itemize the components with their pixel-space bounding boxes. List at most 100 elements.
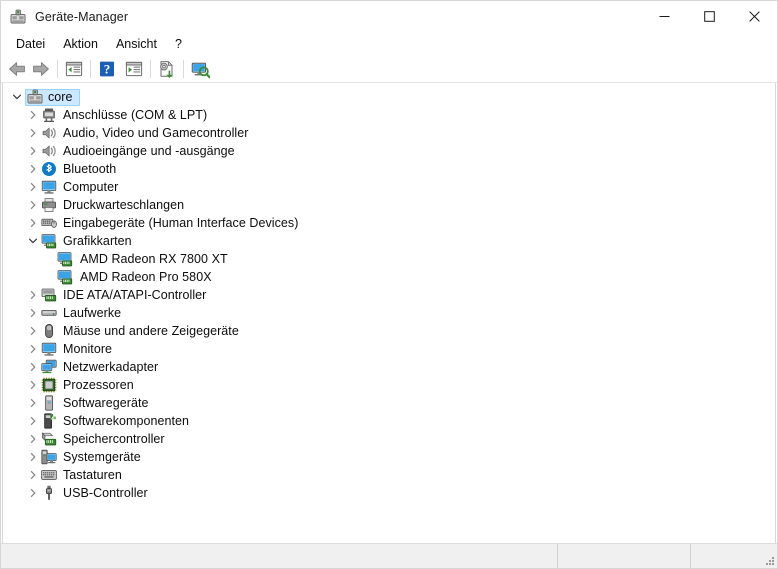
tree-item-label: Computer: [63, 180, 119, 194]
software-device-icon: [41, 395, 57, 411]
chevron-right-icon[interactable]: [25, 358, 41, 376]
chevron-right-icon[interactable]: [25, 322, 41, 340]
title-bar-left: Geräte-Manager: [1, 9, 128, 25]
status-bar-main-pane: [1, 544, 558, 568]
tree-row-computer[interactable]: Computer: [3, 178, 775, 196]
status-bar-middle-pane: [558, 544, 691, 568]
tree-item-label: Eingabegeräte (Human Interface Devices): [63, 216, 299, 230]
tree-row-systemgeraete[interactable]: Systemgeräte: [3, 448, 775, 466]
tree-item-label: AMD Radeon RX 7800 XT: [80, 252, 228, 266]
chevron-right-icon[interactable]: [25, 160, 41, 178]
tree-row-monitore[interactable]: Monitore: [3, 340, 775, 358]
tree-item-label: Systemgeräte: [63, 450, 141, 464]
chevron-right-icon[interactable]: [25, 286, 41, 304]
close-button[interactable]: [732, 1, 777, 32]
tree-row-laufwerke[interactable]: Laufwerke: [3, 304, 775, 322]
chevron-right-icon[interactable]: [25, 196, 41, 214]
toolbar: [1, 55, 777, 83]
chevron-right-icon[interactable]: [25, 214, 41, 232]
tree-item-label: Anschlüsse (COM & LPT): [63, 108, 208, 122]
chevron-right-icon[interactable]: [25, 376, 41, 394]
display-adapter-icon: [57, 251, 73, 267]
tree-item-label: Softwaregeräte: [63, 396, 149, 410]
menu-datei[interactable]: Datei: [7, 34, 54, 54]
tree-row-druckwarteschlangen[interactable]: Druckwarteschlangen: [3, 196, 775, 214]
tree-row-netzwerkadapter[interactable]: Netzwerkadapter: [3, 358, 775, 376]
chevron-right-icon[interactable]: [25, 304, 41, 322]
status-bar: [1, 543, 777, 568]
chevron-right-icon[interactable]: [25, 430, 41, 448]
usb-controller-icon: [41, 485, 57, 501]
tree-item-label: Tastaturen: [63, 468, 122, 482]
help-icon[interactable]: [95, 57, 119, 81]
chevron-right-icon[interactable]: [25, 106, 41, 124]
display-adapter-icon: [57, 269, 73, 285]
device-tree: core Anschlüsse (COM & LPT) Audio, Video…: [3, 83, 775, 502]
chevron-right-icon[interactable]: [25, 394, 41, 412]
back-arrow-icon[interactable]: [5, 57, 29, 81]
chevron-right-icon[interactable]: [25, 340, 41, 358]
chevron-right-icon[interactable]: [25, 178, 41, 196]
minimize-button[interactable]: [642, 1, 687, 32]
keyboard-icon: [41, 467, 57, 483]
tree-row-maeuse-zeigegeraete[interactable]: Mäuse und andere Zeigegeräte: [3, 322, 775, 340]
tree-row-usb-controller[interactable]: USB-Controller: [3, 484, 775, 502]
tree-row-amd-radeon-pro-580x[interactable]: AMD Radeon Pro 580X: [3, 268, 775, 286]
monitor-icon: [41, 179, 57, 195]
chevron-down-icon[interactable]: [9, 88, 25, 106]
tree-item-label: Laufwerke: [63, 306, 122, 320]
tree-row-prozessoren[interactable]: Prozessoren: [3, 376, 775, 394]
forward-arrow-icon[interactable]: [29, 57, 53, 81]
tree-item-label: Softwarekomponenten: [63, 414, 190, 428]
tree-row-speichercontroller[interactable]: Speichercontroller: [3, 430, 775, 448]
toolbar-separator-3: [150, 59, 151, 78]
chevron-right-icon[interactable]: [25, 484, 41, 502]
device-manager-icon: [10, 9, 26, 25]
ide-controller-icon: [41, 287, 57, 303]
scan-hardware-changes-icon[interactable]: [122, 57, 146, 81]
speaker-icon: [41, 125, 57, 141]
tree-row-softwaregeraete[interactable]: Softwaregeräte: [3, 394, 775, 412]
tree-row-audioeingaenge-ausgaenge[interactable]: Audioeingänge und -ausgänge: [3, 142, 775, 160]
tree-item-label: Audio, Video und Gamecontroller: [63, 126, 249, 140]
chevron-down-icon[interactable]: [25, 232, 41, 250]
resize-grip-icon[interactable]: [763, 554, 775, 566]
computer-root-icon: [27, 89, 43, 105]
menu-aktion[interactable]: Aktion: [54, 34, 107, 54]
properties-icon[interactable]: [62, 57, 86, 81]
menu-hilfe[interactable]: ?: [166, 34, 191, 54]
chevron-right-icon[interactable]: [25, 448, 41, 466]
chevron-right-icon[interactable]: [25, 124, 41, 142]
chevron-right-icon[interactable]: [25, 142, 41, 160]
tree-row-audio-video-gamecontroller[interactable]: Audio, Video und Gamecontroller: [3, 124, 775, 142]
tree-item-label: Netzwerkadapter: [63, 360, 159, 374]
tree-row-eingabegeraete-hid[interactable]: Eingabegeräte (Human Interface Devices): [3, 214, 775, 232]
tree-item-label: Prozessoren: [63, 378, 134, 392]
tree-row-anschluesse[interactable]: Anschlüsse (COM & LPT): [3, 106, 775, 124]
hid-icon: [41, 215, 57, 231]
window-title: Geräte-Manager: [35, 9, 129, 24]
tree-item-label: AMD Radeon Pro 580X: [80, 270, 212, 284]
tree-row-amd-radeon-rx-7800-xt[interactable]: AMD Radeon RX 7800 XT: [3, 250, 775, 268]
monitor-icon: [41, 341, 57, 357]
tree-item-label: Audioeingänge und -ausgänge: [63, 144, 235, 158]
storage-controller-icon: [41, 431, 57, 447]
tree-row-softwarekomponenten[interactable]: Softwarekomponenten: [3, 412, 775, 430]
tree-row-root[interactable]: core: [3, 88, 775, 106]
tree-row-bluetooth[interactable]: Bluetooth: [3, 160, 775, 178]
tree-item-label: Speichercontroller: [63, 432, 165, 446]
display-adapter-icon: [41, 233, 57, 249]
device-tree-pane[interactable]: core Anschlüsse (COM & LPT) Audio, Video…: [2, 83, 776, 543]
chevron-right-icon[interactable]: [25, 466, 41, 484]
tree-row-ide-ata-atapi-controller[interactable]: IDE ATA/ATAPI-Controller: [3, 286, 775, 304]
disk-drive-icon: [41, 305, 57, 321]
update-driver-icon[interactable]: [155, 57, 179, 81]
chevron-right-icon[interactable]: [25, 412, 41, 430]
tree-root-selection[interactable]: core: [25, 88, 80, 106]
tree-row-grafikkarten[interactable]: Grafikkarten: [3, 232, 775, 250]
maximize-button[interactable]: [687, 1, 732, 32]
tree-item-label: Grafikkarten: [63, 234, 132, 248]
show-hidden-devices-icon[interactable]: [188, 57, 212, 81]
menu-ansicht[interactable]: Ansicht: [107, 34, 166, 54]
tree-row-tastaturen[interactable]: Tastaturen: [3, 466, 775, 484]
